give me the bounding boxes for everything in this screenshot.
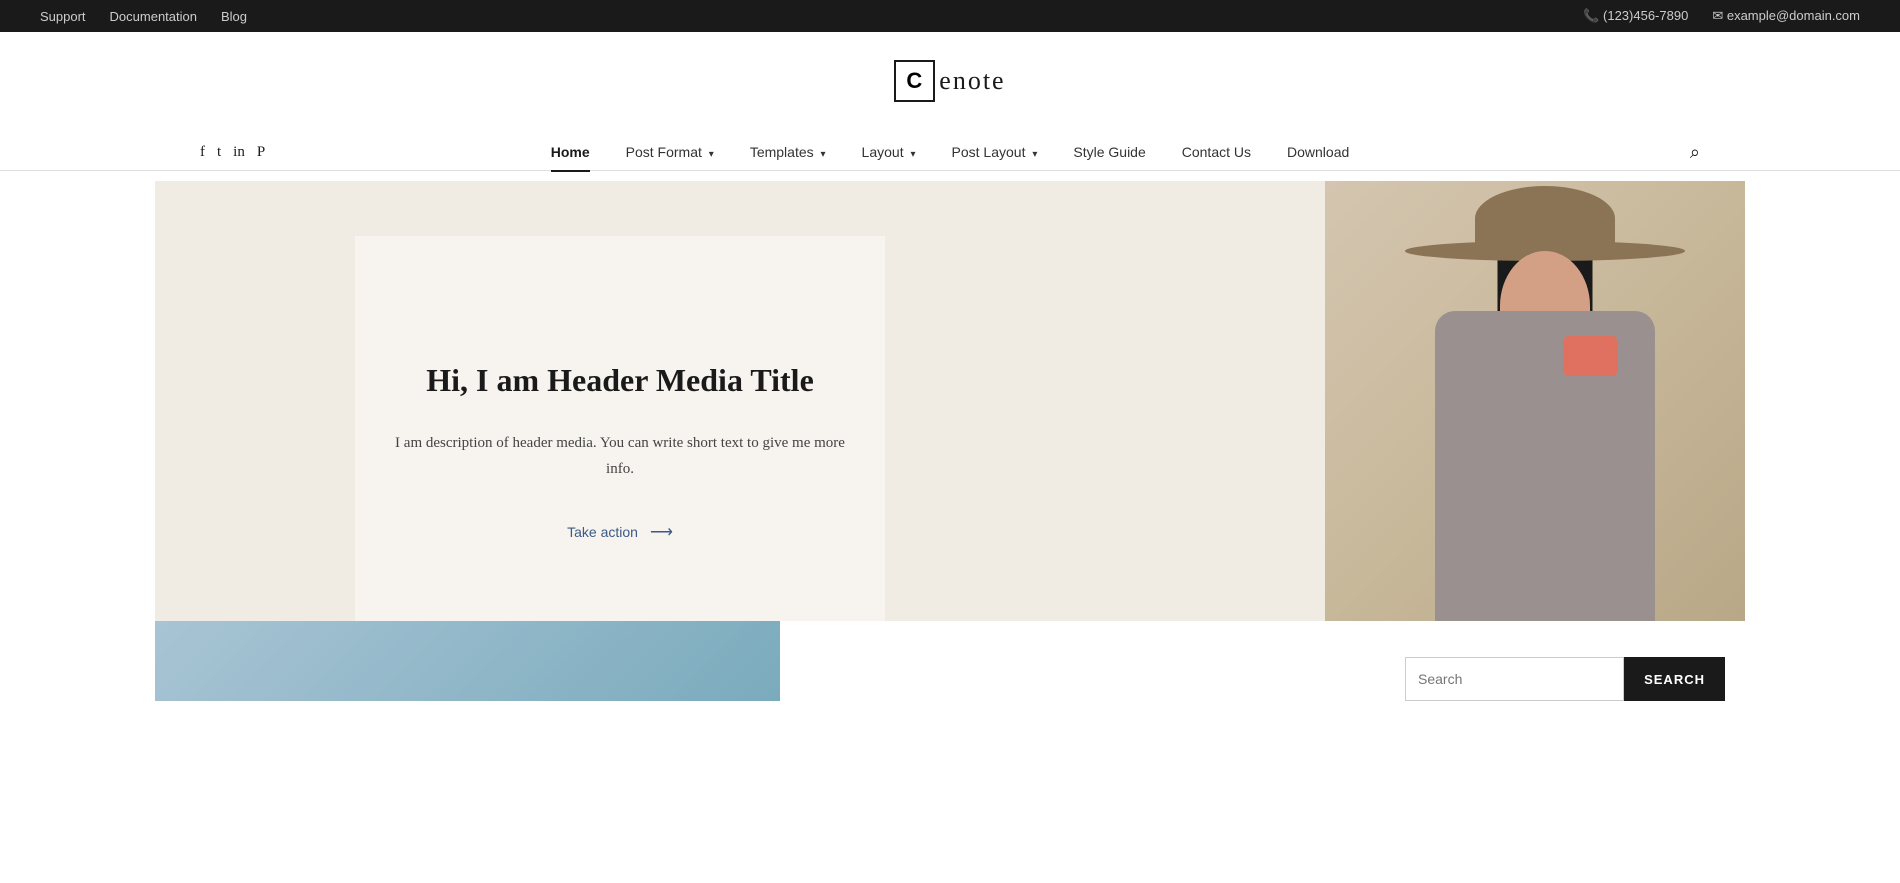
documentation-link[interactable]: Documentation <box>110 9 197 24</box>
nav-divider <box>0 170 1900 171</box>
search-area: SEARCH <box>1405 639 1725 701</box>
chevron-down-icon: ▾ <box>821 149 826 160</box>
phone-info: 📞 (123)456-7890 <box>1583 8 1688 24</box>
nav-item-contact-us[interactable]: Contact Us <box>1164 134 1269 170</box>
nav-item-style-guide[interactable]: Style Guide <box>1055 134 1163 170</box>
search-icon[interactable]: ⌕ <box>1690 142 1700 163</box>
pinterest-icon[interactable]: P <box>257 144 265 161</box>
hero-image <box>1325 181 1745 621</box>
twitter-icon[interactable]: t <box>217 144 221 161</box>
email-info: ✉ example@domain.com <box>1712 8 1860 24</box>
hero-title: Hi, I am Header Media Title <box>426 360 814 402</box>
camera <box>1563 336 1618 376</box>
social-icons: f t in P <box>200 144 265 161</box>
search-button[interactable]: SEARCH <box>1624 657 1725 701</box>
phone-number: (123)456-7890 <box>1603 8 1688 23</box>
top-bar: Support Documentation Blog 📞 (123)456-78… <box>0 0 1900 32</box>
nav-item-layout[interactable]: Layout ▾ <box>844 134 934 170</box>
top-bar-links: Support Documentation Blog <box>40 9 247 24</box>
right-arrow-icon: ⟶ <box>650 522 673 542</box>
search-input[interactable] <box>1405 657 1624 701</box>
nav-item-home[interactable]: Home <box>533 134 608 170</box>
blog-link[interactable]: Blog <box>221 9 247 24</box>
nav-item-post-format[interactable]: Post Format ▾ <box>608 134 732 170</box>
top-bar-contact: 📞 (123)456-7890 ✉ example@domain.com <box>1583 8 1860 24</box>
logo-area: C enote <box>0 32 1900 122</box>
hat-crown <box>1475 186 1615 251</box>
chevron-down-icon: ▾ <box>709 149 714 160</box>
support-link[interactable]: Support <box>40 9 86 24</box>
email-icon: ✉ <box>1712 8 1723 23</box>
linkedin-icon[interactable]: in <box>233 144 245 161</box>
hero-cta-button[interactable]: Take action ⟶ <box>567 522 673 542</box>
preview-image <box>155 621 780 701</box>
hero-section: Hi, I am Header Media Title I am descrip… <box>155 181 1745 621</box>
email-address: example@domain.com <box>1727 8 1860 23</box>
chevron-down-icon: ▾ <box>910 149 915 160</box>
hero-description: I am description of header media. You ca… <box>395 431 845 482</box>
logo-letter[interactable]: C <box>894 60 935 102</box>
nav-item-templates[interactable]: Templates ▾ <box>732 134 844 170</box>
nav-item-post-layout[interactable]: Post Layout ▾ <box>934 134 1056 170</box>
facebook-icon[interactable]: f <box>200 144 205 161</box>
nav-area: f t in P Home Post Format ▾ Templates ▾ … <box>0 122 1900 170</box>
woman-figure <box>1365 181 1725 621</box>
logo-brand[interactable]: enote <box>939 66 1005 96</box>
nav-menu: Home Post Format ▾ Templates ▾ Layout ▾ … <box>533 134 1368 170</box>
phone-icon: 📞 <box>1583 8 1599 23</box>
nav-item-download[interactable]: Download <box>1269 134 1367 170</box>
bottom-preview: SEARCH <box>155 621 1745 701</box>
body <box>1435 311 1655 621</box>
chevron-down-icon: ▾ <box>1032 149 1037 160</box>
hero-content: Hi, I am Header Media Title I am descrip… <box>355 236 885 621</box>
hero-cta-label: Take action <box>567 524 638 540</box>
